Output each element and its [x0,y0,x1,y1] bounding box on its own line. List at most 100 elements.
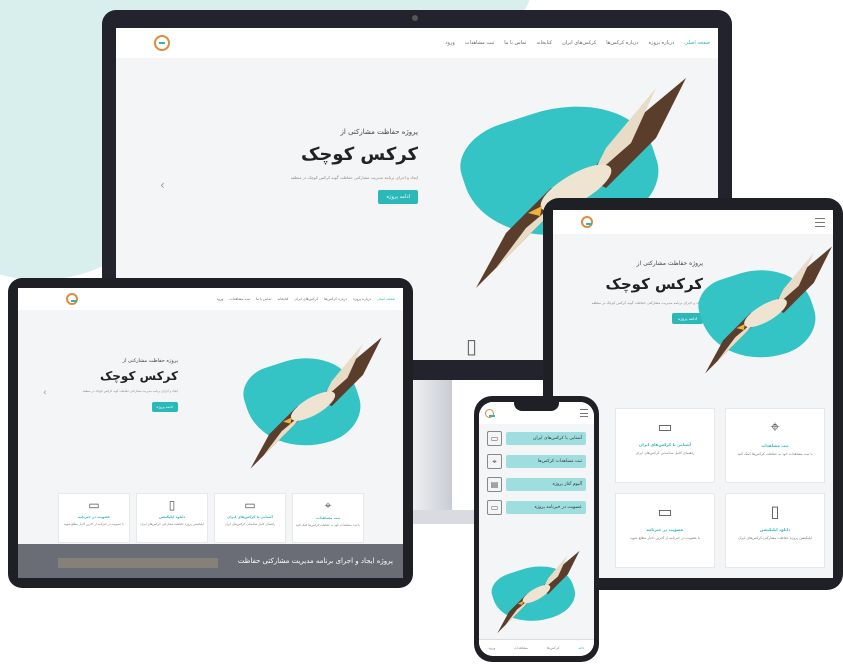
site-header: صفحه اصلی درباره پروژه درباره کرکس‌ها کر… [18,288,403,310]
tab-vultures[interactable]: کرکس‌ها [547,646,560,650]
site-header [553,210,833,234]
phone-menu-item[interactable]: آشنایی با کرکس‌های ایران ▭ [487,430,586,447]
card-title: عضویت در خبرنامه [77,515,111,519]
phone-menu: آشنایی با کرکس‌های ایران ▭ ثبت مشاهدات ک… [487,430,586,522]
nav-item-home[interactable]: صفحه اصلی [684,40,710,46]
card-app[interactable]: ▯ دانلود اپلیکیشن اپلیکیشن پروژه حفاظت م… [136,493,208,543]
map-pin-icon: ⌖ [487,454,502,469]
map-pin-icon: ⌖ [324,498,332,512]
hero-cta-button[interactable]: ادامه پروژه [378,190,418,204]
phone-menu-label: عضویت در خبرنامه پروژه [506,501,586,514]
logo-mark [485,408,495,418]
chevron-left-icon[interactable]: ‹ [43,388,47,398]
phone-icon: ▯ [168,498,176,512]
nav-item-contact[interactable]: تماس با ما [256,297,272,301]
nav-item-library[interactable]: کتابخانه [277,297,288,301]
phone-notch [514,402,559,411]
card-iran-vultures[interactable]: ▭ آشنایی با کرکس‌های ایران راهنمای کامل … [214,493,286,543]
hero-cta-button[interactable]: ادامه پروژه [151,402,178,412]
hero-subtitle: پروژه حفاظت مشارکتی از [340,128,418,136]
card-title: ثبت مشاهدات [761,443,789,448]
card-newsletter[interactable]: ▭ عضویت در خبرنامه با عضویت در خبرنامه ا… [615,493,715,568]
card-title: دانلود اپلیکیشن [158,515,186,519]
site-logo[interactable] [485,408,495,418]
phone-tab-bar: خانه کرکس‌ها مشاهدات ورود [479,639,594,656]
hamburger-icon[interactable] [580,409,588,417]
card-title: آشنایی با کرکس‌های ایران [638,442,692,447]
phone-menu-item[interactable]: ثبت مشاهدات کرکس‌ها ⌖ [487,453,586,470]
hero-description: ایجاد و اجرای برنامه مدیریت مشارکتی حفاظ… [290,175,418,180]
nav-item-iran-vultures[interactable]: کرکس‌های ایران [294,297,318,301]
nav-item-observations[interactable]: ثبت مشاهدات [229,297,250,301]
card-title: ثبت مشاهدات [316,516,340,520]
landscape-screen: صفحه اصلی درباره پروژه درباره کرکس‌ها کر… [18,288,403,578]
main-nav: صفحه اصلی درباره پروژه درباره کرکس‌ها کر… [170,40,710,46]
laptop-icon: ▭ [657,502,673,521]
book-icon: ▯ [466,334,478,358]
map-pin-icon: ⌖ [770,417,780,436]
phone-menu-label: آلبوم آغاز پروژه [506,478,586,491]
card-desc: با ثبت مشاهدات خود به حفاظت کرکس‌ها کمک … [737,452,813,456]
nav-item-about-project[interactable]: درباره پروژه [353,297,371,301]
hero-title: کرکس کوچک [301,144,418,165]
site-logo[interactable] [581,216,593,228]
footer-banner-text: پروژه ایجاد و اجرای برنامه مدیریت مشارکت… [237,557,393,565]
nav-item-about-project[interactable]: درباره پروژه [648,40,674,46]
book-icon: ▭ [487,431,502,446]
logo-mark [581,216,593,228]
phone-menu-item[interactable]: آلبوم آغاز پروژه ▤ [487,476,586,493]
card-desc: راهنمای کامل شناسایی کرکس‌های ایران [224,522,276,526]
nav-item-contact[interactable]: تماس با ما [504,40,526,46]
hamburger-icon[interactable] [815,217,825,227]
card-desc: اپلیکیشن پروژه حفاظت مشارکتی کرکس‌های ای… [140,522,204,526]
main-nav: صفحه اصلی درباره پروژه درباره کرکس‌ها کر… [78,297,395,301]
feature-cards: ⌖ ثبت مشاهدات با ثبت مشاهدات خود به حفاظ… [611,408,825,568]
phone-menu-item[interactable]: عضویت در خبرنامه پروژه ▭ [487,499,586,516]
card-newsletter[interactable]: ▭ عضویت در خبرنامه با عضویت در خبرنامه ا… [58,493,130,543]
camera-icon [412,15,418,21]
hero-description: ایجاد و اجرای برنامه مدیریت مشارکتی حفاظ… [591,301,703,305]
banner-image [58,558,218,568]
hero-title: کرکس کوچک [100,369,178,383]
nav-item-observations[interactable]: ثبت مشاهدات [465,40,494,46]
vulture-illustration [705,246,832,374]
hero-text: پروژه حفاظت مشارکتی از کرکس کوچک ایجاد و… [38,358,178,412]
phone-menu-label: ثبت مشاهدات کرکس‌ها [506,455,586,468]
phone-menu-label: آشنایی با کرکس‌های ایران [506,432,586,445]
card-app[interactable]: ▯ دانلود اپلیکیشن اپلیکیشن پروژه حفاظت م… [725,493,825,568]
card-title: دانلود اپلیکیشن [759,527,791,532]
nav-item-about-vultures[interactable]: درباره کرکس‌ها [324,297,347,301]
card-observations[interactable]: ⌖ ثبت مشاهدات با ثبت مشاهدات خود به حفاظ… [292,493,364,543]
nav-item-home[interactable]: صفحه اصلی [377,297,395,301]
nav-item-iran-vultures[interactable]: کرکس‌های ایران [562,40,596,46]
tab-home[interactable]: خانه [578,646,584,650]
laptop-icon: ▭ [88,498,100,512]
phone-icon: ▯ [770,502,780,521]
nav-item-library[interactable]: کتابخانه [536,40,552,46]
card-desc: با ثبت مشاهدات خود به حفاظت کرکس‌ها کمک … [295,523,361,527]
hero-description: ایجاد و اجرای برنامه مدیریت مشارکتی حفاظ… [82,389,178,393]
nav-item-login[interactable]: ورود [445,40,454,46]
chevron-left-icon[interactable]: ‹ [160,178,165,192]
card-observations[interactable]: ⌖ ثبت مشاهدات با ثبت مشاهدات خود به حفاظ… [725,408,825,483]
book-icon: ▭ [657,417,673,436]
tab-login[interactable]: ورود [489,646,496,650]
site-logo[interactable] [154,35,170,51]
card-desc: راهنمای کامل شناسایی کرکس‌های ایران [635,451,695,455]
card-desc: اپلیکیشن پروژه حفاظت مشارکتی کرکس‌های ای… [737,536,813,540]
card-iran-vultures[interactable]: ▭ آشنایی با کرکس‌های ایران راهنمای کامل … [615,408,715,483]
nav-item-login[interactable]: ورود [217,297,224,301]
nav-item-about-vultures[interactable]: درباره کرکس‌ها [606,40,638,46]
hero-subtitle: پروژه حفاظت مشارکتی از [636,260,703,267]
hero-text: پروژه حفاظت مشارکتی از کرکس کوچک ایجاد و… [218,128,418,204]
smartphone: آشنایی با کرکس‌های ایران ▭ ثبت مشاهدات ک… [474,396,599,662]
card-title: آشنایی با کرکس‌های ایران [227,515,273,519]
site-header: صفحه اصلی درباره پروژه درباره کرکس‌ها کر… [116,28,718,58]
book-icon: ▭ [244,498,256,512]
site-logo[interactable] [66,293,78,305]
hero-text: پروژه حفاظت مشارکتی از کرکس کوچک ایجاد و… [573,260,703,324]
vulture-illustration [250,337,382,469]
landscape-tablet: صفحه اصلی درباره پروژه درباره کرکس‌ها کر… [8,278,413,588]
laptop-icon: ▭ [487,500,502,515]
tab-observations[interactable]: مشاهدات [514,646,528,650]
